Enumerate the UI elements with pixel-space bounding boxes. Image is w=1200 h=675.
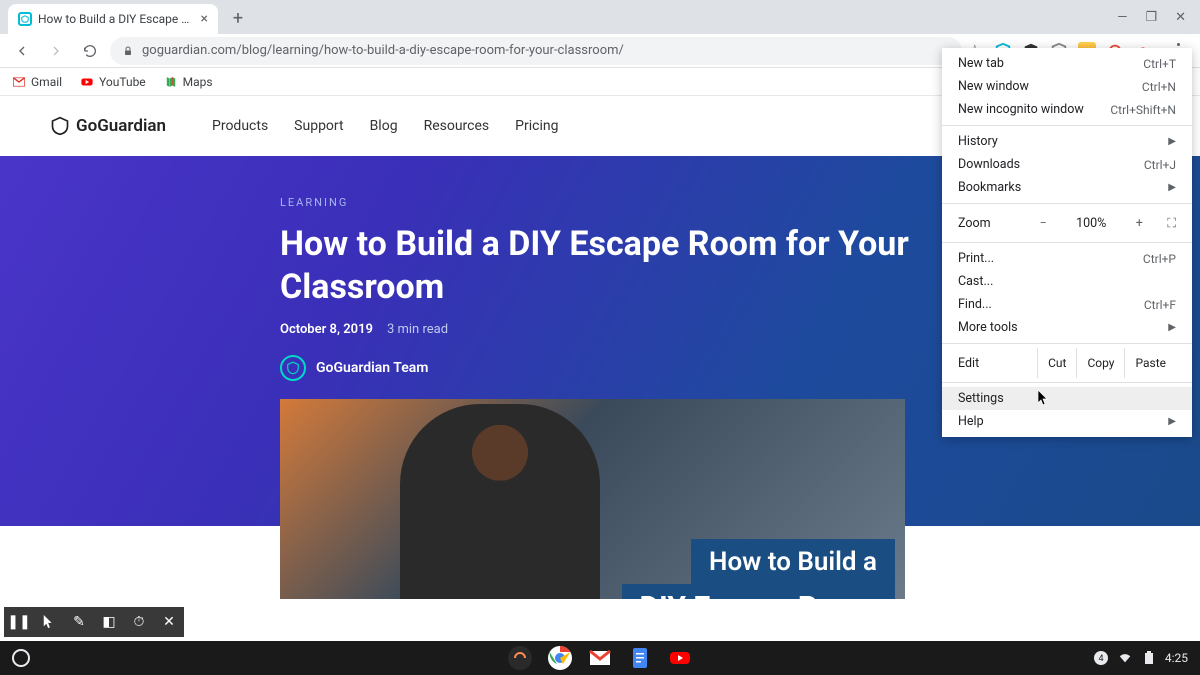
thumb-overlay-line2: DIY Escape Room bbox=[622, 584, 895, 599]
forward-button[interactable] bbox=[42, 37, 70, 65]
thumbnail-person bbox=[400, 404, 600, 599]
nav-products[interactable]: Products bbox=[212, 118, 268, 134]
bookmark-gmail[interactable]: Gmail bbox=[12, 75, 62, 89]
menu-print[interactable]: Print...Ctrl+P bbox=[942, 247, 1192, 270]
os-shelf: 4 4:25 bbox=[0, 641, 1200, 675]
notifications-icon[interactable]: 4 bbox=[1093, 650, 1109, 666]
app-youtube-icon[interactable] bbox=[667, 645, 693, 671]
close-window-button[interactable]: ✕ bbox=[1175, 10, 1186, 25]
browser-tab[interactable]: How to Build a DIY Escape Room × bbox=[8, 4, 218, 34]
menu-more-tools[interactable]: More tools▶ bbox=[942, 316, 1192, 339]
wifi-icon[interactable] bbox=[1117, 650, 1133, 666]
system-tray[interactable]: 4 4:25 bbox=[1093, 650, 1188, 666]
menu-edit-row: Edit Cut Copy Paste bbox=[942, 348, 1192, 378]
rec-timer-button[interactable]: ⏱ bbox=[124, 607, 154, 637]
menu-new-tab[interactable]: New tabCtrl+T bbox=[942, 52, 1192, 75]
author-name: GoGuardian Team bbox=[316, 360, 428, 376]
menu-zoom-row: Zoom − 100% + ⛶ bbox=[942, 208, 1192, 238]
address-bar[interactable]: goguardian.com/blog/learning/how-to-buil… bbox=[110, 37, 962, 65]
menu-bookmarks[interactable]: Bookmarks▶ bbox=[942, 176, 1192, 199]
minimize-button[interactable]: — bbox=[1117, 10, 1127, 25]
maximize-button[interactable]: ❐ bbox=[1145, 10, 1157, 25]
menu-help[interactable]: Help▶ bbox=[942, 410, 1192, 433]
chrome-menu: New tabCtrl+T New windowCtrl+N New incog… bbox=[942, 48, 1192, 437]
tab-strip: How to Build a DIY Escape Room × + — ❐ ✕ bbox=[0, 0, 1200, 34]
video-thumbnail[interactable]: How to Build a DIY Escape Room bbox=[280, 399, 905, 599]
zoom-value: 100% bbox=[1071, 216, 1111, 231]
nav-resources[interactable]: Resources bbox=[424, 118, 490, 134]
zoom-in-button[interactable]: + bbox=[1129, 216, 1149, 231]
app-chrome-icon[interactable] bbox=[547, 645, 573, 671]
rec-close-button[interactable]: ✕ bbox=[154, 607, 184, 637]
window-controls: — ❐ ✕ bbox=[1117, 0, 1200, 34]
rec-pen-button[interactable]: ✎ bbox=[64, 607, 94, 637]
shelf-apps bbox=[507, 645, 693, 671]
app-docs-icon[interactable] bbox=[627, 645, 653, 671]
new-tab-button[interactable]: + bbox=[224, 4, 252, 32]
article-title: How to Build a DIY Escape Room for Your … bbox=[280, 223, 920, 308]
app-gmail-icon[interactable] bbox=[587, 645, 613, 671]
author-badge-icon bbox=[280, 355, 306, 381]
article-read-time: 3 min read bbox=[387, 322, 448, 337]
zoom-out-button[interactable]: − bbox=[1033, 216, 1053, 231]
article-date: October 8, 2019 bbox=[280, 322, 373, 337]
svg-text:4: 4 bbox=[1098, 654, 1103, 664]
site-logo[interactable]: GoGuardian bbox=[50, 116, 166, 136]
nav-pricing[interactable]: Pricing bbox=[515, 118, 558, 134]
rec-eraser-button[interactable]: ◧ bbox=[94, 607, 124, 637]
url-text: goguardian.com/blog/learning/how-to-buil… bbox=[142, 43, 624, 58]
launcher-button[interactable] bbox=[12, 649, 30, 667]
menu-paste[interactable]: Paste bbox=[1124, 348, 1176, 378]
close-tab-icon[interactable]: × bbox=[201, 11, 208, 27]
menu-settings[interactable]: Settings bbox=[942, 387, 1192, 410]
rec-pause-button[interactable]: ❚❚ bbox=[4, 607, 34, 637]
rec-pointer-button[interactable] bbox=[34, 607, 64, 637]
menu-find[interactable]: Find...Ctrl+F bbox=[942, 293, 1192, 316]
menu-new-window[interactable]: New windowCtrl+N bbox=[942, 75, 1192, 98]
article-meta: October 8, 2019 3 min read bbox=[280, 322, 920, 337]
gmail-icon bbox=[12, 75, 26, 89]
screen-recorder-toolbar: ❚❚ ✎ ◧ ⏱ ✕ bbox=[4, 607, 184, 637]
menu-history[interactable]: History▶ bbox=[942, 130, 1192, 153]
reload-button[interactable] bbox=[76, 37, 104, 65]
bookmark-maps[interactable]: Maps bbox=[164, 75, 213, 89]
lock-icon bbox=[122, 45, 134, 57]
youtube-icon bbox=[80, 75, 94, 89]
menu-downloads[interactable]: DownloadsCtrl+J bbox=[942, 153, 1192, 176]
goguardian-favicon bbox=[18, 12, 32, 26]
article-category: LEARNING bbox=[280, 196, 920, 209]
article-author: GoGuardian Team bbox=[280, 355, 920, 381]
menu-incognito[interactable]: New incognito windowCtrl+Shift+N bbox=[942, 98, 1192, 121]
bookmark-youtube[interactable]: YouTube bbox=[80, 75, 146, 89]
thumb-overlay-line1: How to Build a bbox=[691, 539, 895, 585]
tab-title: How to Build a DIY Escape Room bbox=[38, 12, 195, 26]
back-button[interactable] bbox=[8, 37, 36, 65]
app-screencastify-icon[interactable] bbox=[507, 645, 533, 671]
nav-support[interactable]: Support bbox=[294, 118, 343, 134]
goguardian-logo-icon bbox=[50, 116, 70, 136]
nav-blog[interactable]: Blog bbox=[370, 118, 398, 134]
menu-cast[interactable]: Cast... bbox=[942, 270, 1192, 293]
mouse-cursor-icon bbox=[1038, 390, 1050, 406]
battery-icon[interactable] bbox=[1141, 650, 1157, 666]
clock[interactable]: 4:25 bbox=[1165, 651, 1188, 665]
menu-copy[interactable]: Copy bbox=[1076, 348, 1124, 378]
fullscreen-button[interactable]: ⛶ bbox=[1167, 216, 1176, 231]
maps-icon bbox=[164, 75, 178, 89]
menu-cut[interactable]: Cut bbox=[1037, 348, 1076, 378]
